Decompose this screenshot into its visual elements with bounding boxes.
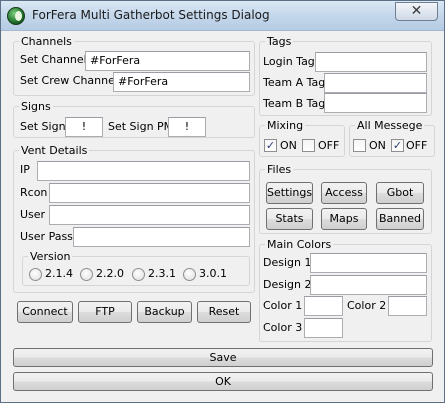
set-channel-input[interactable]: #ForFera — [85, 51, 250, 71]
tags-group: Tags Login Tag Team A Tag Team B Tag — [259, 35, 432, 116]
channels-group: Channels Set Channel #ForFera Set Crew C… — [13, 35, 255, 96]
all-messege-group: All Messege ON ✓ OFF — [349, 119, 435, 157]
color-3-input[interactable] — [304, 318, 343, 338]
set-crew-channel-input[interactable]: #ForFera — [113, 72, 250, 92]
access-file-button[interactable]: Access — [321, 182, 367, 204]
user-pass-label: User Pass — [20, 230, 73, 243]
rcon-label: Rcon — [20, 186, 48, 199]
files-group: Files Settings Access Gbot Stats Maps Ba… — [259, 163, 432, 234]
design-1-label: Design 1 — [263, 256, 312, 269]
user-input[interactable] — [49, 205, 250, 225]
design-1-input[interactable] — [310, 253, 427, 273]
version-radio-3[interactable] — [132, 268, 145, 281]
rcon-input[interactable] — [49, 183, 250, 203]
banned-file-button[interactable]: Banned — [376, 208, 424, 230]
set-channel-label: Set Channel — [20, 53, 87, 66]
team-a-tag-input[interactable] — [324, 73, 427, 93]
settings-file-button[interactable]: Settings — [266, 182, 313, 204]
user-pass-input[interactable] — [73, 227, 250, 247]
version-label-3: 2.3.1 — [148, 267, 176, 280]
ok-button[interactable]: OK — [13, 372, 433, 391]
title-bar[interactable]: ForFera Multi Gatherbot Settings Dialog … — [1, 1, 444, 31]
color-1-input[interactable] — [304, 296, 343, 316]
files-group-title: Files — [265, 163, 294, 176]
all-messege-off-label: OFF — [406, 139, 428, 152]
version-radio-4[interactable] — [183, 268, 196, 281]
signs-group-title: Signs — [19, 100, 53, 113]
maps-file-button[interactable]: Maps — [321, 208, 367, 230]
app-globe-icon — [7, 7, 25, 25]
ip-input[interactable] — [37, 161, 250, 181]
set-sign-label: Set Sign — [20, 120, 66, 133]
set-sign-pm-label: Set Sign PM — [108, 120, 174, 133]
backup-button[interactable]: Backup — [137, 301, 192, 323]
signs-group: Signs Set Sign ! Set Sign PM ! — [13, 100, 255, 138]
vent-details-group: Vent Details IP Rcon User User Pass Vers… — [13, 144, 255, 293]
version-group: Version 2.1.4 2.2.0 2.3.1 3.0.1 — [22, 250, 250, 286]
set-sign-input[interactable]: ! — [65, 117, 103, 137]
stats-file-button[interactable]: Stats — [266, 208, 313, 230]
color-3-label: Color 3 — [263, 321, 303, 334]
version-label-1: 2.1.4 — [45, 267, 73, 280]
set-sign-pm-input[interactable]: ! — [168, 117, 206, 137]
team-a-tag-label: Team A Tag — [263, 76, 326, 89]
color-2-label: Color 2 — [347, 299, 387, 312]
reset-button[interactable]: Reset — [197, 301, 251, 323]
main-colors-group-title: Main Colors — [265, 238, 334, 251]
main-colors-group: Main Colors Design 1 Design 2 Color 1 Co… — [259, 238, 432, 342]
tags-group-title: Tags — [265, 35, 294, 48]
save-button[interactable]: Save — [13, 348, 433, 367]
mixing-off-label: OFF — [318, 139, 340, 152]
team-b-tag-label: Team B Tag — [263, 97, 326, 110]
version-radio-1[interactable] — [29, 268, 42, 281]
settings-dialog-window: ForFera Multi Gatherbot Settings Dialog … — [0, 0, 445, 403]
all-messege-on-checkbox[interactable] — [353, 139, 366, 152]
design-2-label: Design 2 — [263, 278, 312, 291]
design-2-input[interactable] — [310, 275, 427, 295]
mixing-group: Mixing ✓ ON OFF — [259, 119, 345, 157]
version-label-2: 2.2.0 — [96, 267, 124, 280]
vent-details-group-title: Vent Details — [19, 144, 90, 157]
mixing-on-checkbox[interactable]: ✓ — [264, 139, 277, 152]
ip-label: IP — [20, 163, 30, 176]
window-title: ForFera Multi Gatherbot Settings Dialog — [32, 8, 270, 22]
ftp-button[interactable]: FTP — [78, 301, 132, 323]
version-label-4: 3.0.1 — [199, 267, 227, 280]
gbot-file-button[interactable]: Gbot — [376, 182, 424, 204]
login-tag-input[interactable] — [315, 52, 427, 72]
all-messege-on-label: ON — [369, 139, 386, 152]
version-group-title: Version — [28, 250, 73, 263]
version-radio-2[interactable] — [80, 268, 93, 281]
color-2-input[interactable] — [388, 296, 427, 316]
set-crew-channel-label: Set Crew Channel — [20, 74, 118, 87]
mixing-on-label: ON — [280, 139, 297, 152]
connect-button[interactable]: Connect — [17, 301, 73, 323]
mixing-group-title: Mixing — [265, 119, 306, 132]
mixing-off-checkbox[interactable] — [302, 139, 315, 152]
channels-group-title: Channels — [19, 35, 74, 48]
user-label: User — [20, 208, 46, 221]
login-tag-label: Login Tag — [263, 55, 315, 68]
all-messege-group-title: All Messege — [355, 119, 425, 132]
all-messege-off-checkbox[interactable]: ✓ — [391, 139, 404, 152]
close-button[interactable]: ✕ — [395, 2, 438, 21]
color-1-label: Color 1 — [263, 299, 303, 312]
team-b-tag-input[interactable] — [324, 93, 427, 113]
